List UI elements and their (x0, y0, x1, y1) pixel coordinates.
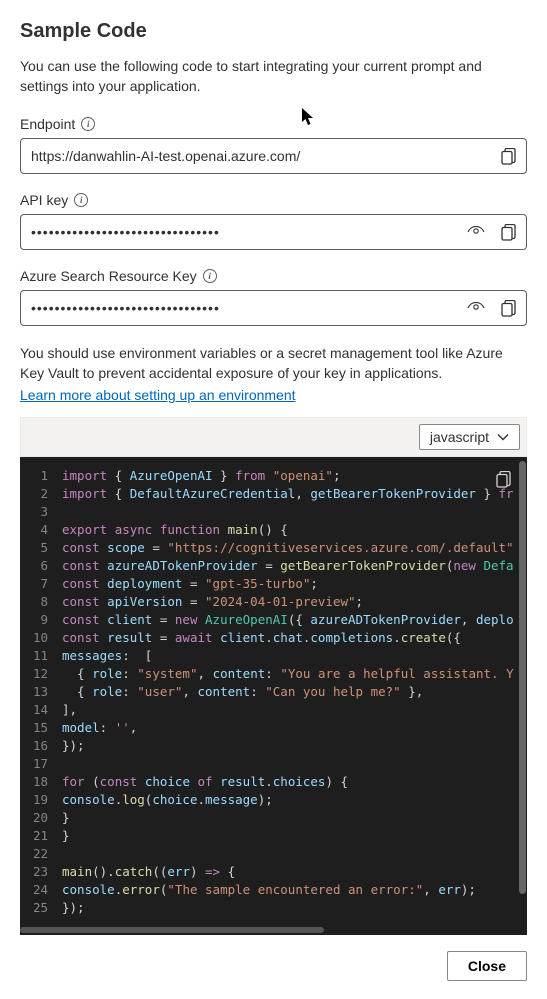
info-icon[interactable]: i (81, 117, 95, 131)
code-line: 9const client = new AzureOpenAI({ azureA… (20, 611, 527, 629)
endpoint-label: Endpoint (20, 116, 75, 132)
api-key-field: API key i (20, 192, 527, 250)
language-bar: javascript (20, 417, 527, 457)
env-note: You should use environment variables or … (20, 344, 527, 383)
code-line: 14], (20, 701, 527, 719)
description: You can use the following code to start … (20, 57, 527, 96)
code-line: 6const azureADTokenProvider = getBearerT… (20, 557, 527, 575)
scrollbar-thumb[interactable] (519, 461, 526, 893)
code-line: 10const result = await client.chat.compl… (20, 629, 527, 647)
code-line: 22 (20, 845, 527, 863)
code-line: 12 { role: "system", content: "You are a… (20, 665, 527, 683)
info-icon[interactable]: i (74, 193, 88, 207)
copy-icon[interactable] (494, 218, 522, 246)
code-line: 7const deployment = "gpt-35-turbo"; (20, 575, 527, 593)
chevron-down-icon (497, 433, 509, 441)
close-button[interactable]: Close (447, 951, 527, 981)
search-key-input[interactable] (31, 300, 458, 316)
scrollbar-thumb[interactable] (20, 927, 324, 933)
code-line: 1import { AzureOpenAI } from "openai"; (20, 467, 527, 485)
eye-icon[interactable] (462, 218, 490, 246)
code-line: 20} (20, 809, 527, 827)
code-line: 16}); (20, 737, 527, 755)
code-line: 18for (const choice of result.choices) { (20, 773, 527, 791)
eye-icon[interactable] (462, 294, 490, 322)
code-block: 1import { AzureOpenAI } from "openai";2i… (20, 457, 527, 927)
code-line: 25}); (20, 899, 527, 917)
code-line: 3 (20, 503, 527, 521)
code-line: 5const scope = "https://cognitiveservice… (20, 539, 527, 557)
code-line: 4export async function main() { (20, 521, 527, 539)
env-link[interactable]: Learn more about setting up an environme… (20, 387, 296, 403)
copy-icon[interactable] (494, 294, 522, 322)
language-value: javascript (430, 429, 489, 445)
language-select[interactable]: javascript (419, 424, 520, 450)
horizontal-scrollbar[interactable] (20, 927, 527, 935)
api-key-label: API key (20, 192, 68, 208)
code-line: 23main().catch((err) => { (20, 863, 527, 881)
info-icon[interactable]: i (203, 269, 217, 283)
copy-code-icon[interactable] (489, 465, 517, 493)
page-title: Sample Code (20, 20, 527, 43)
search-key-label: Azure Search Resource Key (20, 268, 197, 284)
search-key-field: Azure Search Resource Key i (20, 268, 527, 326)
code-line: 15model: '', (20, 719, 527, 737)
code-scroll[interactable]: 1import { AzureOpenAI } from "openai";2i… (20, 457, 527, 927)
code-line: 19console.log(choice.message); (20, 791, 527, 809)
api-key-input[interactable] (31, 224, 458, 240)
code-line: 8const apiVersion = "2024-04-01-preview"… (20, 593, 527, 611)
code-line: 13 { role: "user", content: "Can you hel… (20, 683, 527, 701)
copy-icon[interactable] (494, 142, 522, 170)
code-line: 17 (20, 755, 527, 773)
endpoint-input[interactable] (31, 148, 490, 164)
code-line: 11messages: [ (20, 647, 527, 665)
endpoint-field: Endpoint i (20, 116, 527, 174)
code-line: 24console.error("The sample encountered … (20, 881, 527, 899)
vertical-scrollbar[interactable] (517, 457, 527, 927)
code-line: 21} (20, 827, 527, 845)
code-line: 2import { DefaultAzureCredential, getBea… (20, 485, 527, 503)
